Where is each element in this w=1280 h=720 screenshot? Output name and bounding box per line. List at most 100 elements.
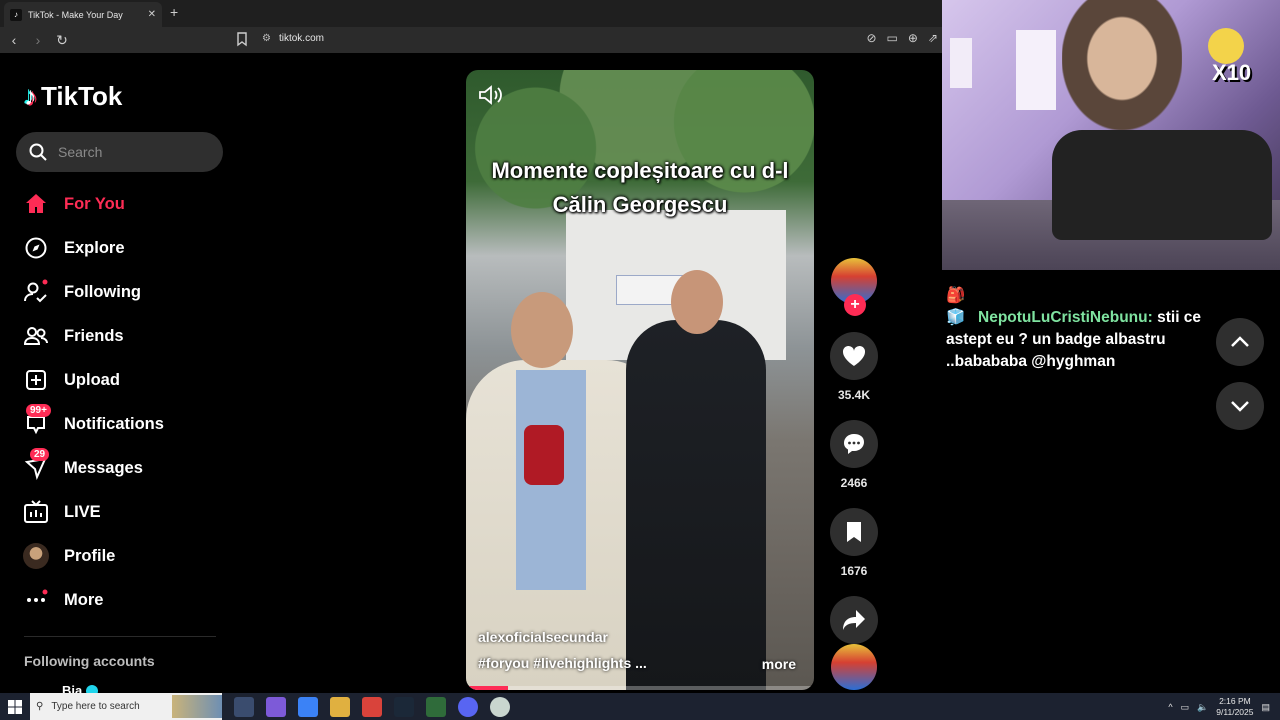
video-progress-fill	[466, 686, 508, 690]
sidebar-item-notifications[interactable]: 99+ Notifications	[22, 402, 232, 446]
taskbar: ⚲ Type here to search ^ ▭ 🔈 2:16 PM 9/11…	[0, 693, 1280, 720]
sidebar-nav: For You Explore Following Friends Upload…	[22, 182, 232, 622]
search-icon: ⚲	[36, 701, 44, 712]
sidebar-item-label: Upload	[64, 370, 120, 389]
sidebar-item-friends[interactable]: Friends	[22, 314, 232, 358]
address-bar[interactable]: ⚙ tiktok.com	[262, 33, 324, 44]
webcam-chair	[1052, 130, 1272, 240]
share-button[interactable]	[830, 596, 878, 644]
share-icon[interactable]: ⇗	[928, 31, 938, 45]
discord-icon[interactable]	[458, 696, 478, 717]
share-icon	[843, 610, 865, 630]
start-button[interactable]	[0, 693, 30, 720]
reload-button[interactable]: ↻	[52, 32, 72, 49]
copilot-icon[interactable]	[266, 696, 286, 717]
notification-center-icon[interactable]: ▤	[1261, 702, 1270, 713]
clock-time: 2:16 PM	[1219, 696, 1251, 706]
taskbar-search-placeholder: Type here to search	[51, 701, 140, 712]
zoom-icon[interactable]: ⊕	[908, 31, 918, 45]
copilot-app-icon[interactable]	[298, 696, 318, 717]
sidebar-item-messages[interactable]: 29 Messages	[22, 446, 232, 490]
volume-icon[interactable]: 🔈	[1197, 702, 1208, 713]
app-icon[interactable]	[490, 696, 510, 717]
sidebar-item-upload[interactable]: Upload	[22, 358, 232, 402]
search-icon	[29, 143, 47, 161]
video-author[interactable]: alexoficialsecundar	[478, 629, 608, 645]
tiktok-logo[interactable]: ♪ TikTok	[24, 81, 122, 112]
next-creator-avatar[interactable]	[831, 644, 877, 690]
next-video-button[interactable]	[1216, 382, 1264, 430]
bookmark-icon[interactable]	[235, 31, 249, 47]
tiktok-note-icon: ♪	[24, 81, 37, 111]
messages-icon: 29	[22, 448, 50, 482]
comment-count: 2466	[840, 476, 868, 490]
sidebar-item-label: Messages	[64, 458, 143, 477]
site-info-icon[interactable]: ⚙	[262, 33, 271, 44]
video-head-right	[671, 270, 723, 334]
browser-tab[interactable]: ♪ TikTok - Make Your Day ✕	[4, 2, 162, 27]
video-caption: Momente copleșitoare cu d-l Călin George…	[491, 158, 789, 217]
new-tab-button[interactable]: +	[170, 4, 178, 20]
chevron-down-icon	[1231, 401, 1249, 412]
sidebar-item-for-you[interactable]: For You	[22, 182, 232, 226]
sidebar-item-label: LIVE	[64, 502, 101, 521]
block-icon[interactable]: ⊘	[866, 31, 876, 45]
forward-button[interactable]: ›	[28, 32, 48, 48]
save-button[interactable]	[830, 508, 878, 556]
webcam-window	[950, 38, 972, 88]
comment-button[interactable]	[830, 420, 878, 468]
bookmark-icon	[847, 522, 861, 542]
terminal-icon[interactable]	[426, 696, 446, 717]
like-count: 35.4K	[837, 388, 871, 402]
sidebar-item-profile[interactable]: Profile	[22, 534, 232, 578]
search-input[interactable]	[58, 144, 208, 160]
sidebar-item-explore[interactable]: Explore	[22, 226, 232, 270]
sidebar-item-following[interactable]: Following	[22, 270, 232, 314]
back-button[interactable]: ‹	[4, 32, 24, 48]
emoji-badge-icon	[1208, 28, 1244, 64]
creator-avatar[interactable]: +	[831, 258, 877, 316]
video-progress-bar[interactable]	[466, 686, 814, 690]
network-icon[interactable]: ▭	[1181, 702, 1190, 713]
browser-navbar: ‹ › ↻ ⚙ tiktok.com ⊘ ▭ ⊕ ⇗	[0, 27, 942, 53]
sidebar-item-live[interactable]: LIVE	[22, 490, 232, 534]
mute-icon[interactable]	[478, 84, 504, 106]
video-microphone	[524, 425, 564, 485]
friends-icon	[22, 322, 50, 350]
previous-video-button[interactable]	[1216, 318, 1264, 366]
close-tab-icon[interactable]: ✕	[148, 9, 156, 20]
like-action: 35.4K	[830, 332, 878, 402]
sidebar-item-label: Explore	[64, 238, 125, 257]
chevron-up-icon[interactable]: ^	[1168, 702, 1172, 712]
steam-icon[interactable]	[394, 696, 414, 717]
comment-action: 2466	[830, 420, 878, 490]
compass-icon	[22, 234, 50, 262]
search-box[interactable]	[16, 132, 223, 172]
sidebar-item-label: Friends	[64, 326, 124, 345]
file-explorer-icon[interactable]	[330, 696, 350, 717]
follow-plus-icon[interactable]: +	[844, 294, 866, 316]
webcam-window	[1016, 30, 1056, 110]
url-text: tiktok.com	[278, 33, 324, 44]
sidebar-item-more[interactable]: More	[22, 578, 232, 622]
tiktok-favicon-icon: ♪	[10, 8, 22, 21]
chat-message: 🎒🧊 NepotuLuCristiNebunu: stii ce astept e…	[946, 285, 1206, 373]
notifications-badge: 99+	[26, 404, 51, 417]
taskbar-apps	[234, 696, 510, 717]
tab-title: TikTok - Make Your Day	[28, 9, 123, 20]
notifications-icon: 99+	[22, 404, 51, 438]
chevron-up-icon	[1231, 336, 1249, 347]
video-more-link[interactable]: more	[762, 656, 796, 672]
video-head-left	[511, 292, 573, 368]
more-icon	[22, 586, 50, 614]
clock[interactable]: 2:16 PM 9/11/2025	[1216, 696, 1253, 718]
like-button[interactable]	[830, 332, 878, 380]
sidebar-item-label: More	[64, 590, 104, 609]
cast-icon[interactable]: ▭	[887, 31, 898, 45]
browser-app-icon[interactable]	[362, 696, 382, 717]
task-view-icon[interactable]	[234, 696, 254, 717]
video-tags[interactable]: #foryou #livehighlights ...	[478, 655, 647, 671]
video-player[interactable]: Momente copleșitoare cu d-l Călin George…	[466, 70, 814, 690]
taskbar-search[interactable]: ⚲ Type here to search	[30, 693, 222, 720]
sidebar: ♪ TikTok For You Explore Following Frien…	[0, 53, 240, 698]
